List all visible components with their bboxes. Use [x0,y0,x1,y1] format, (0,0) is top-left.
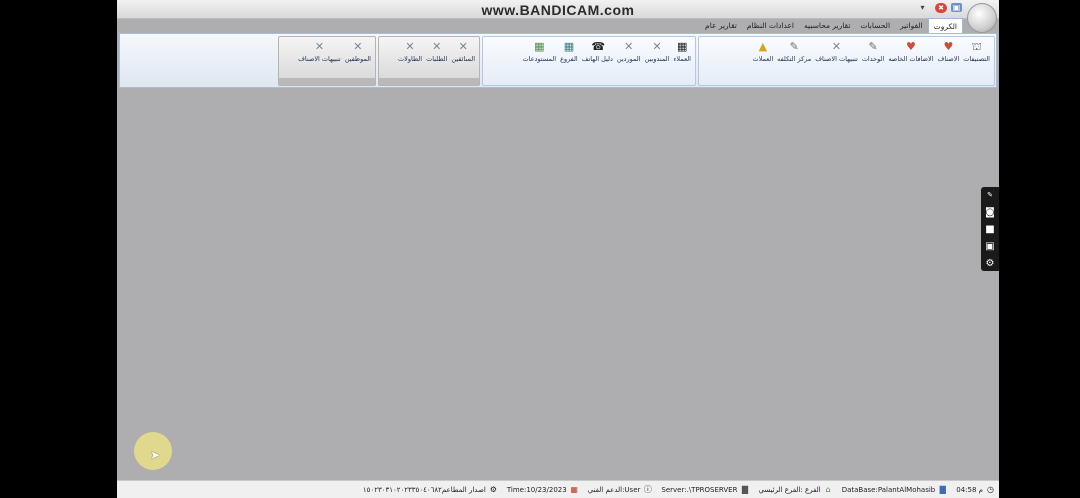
x-icon: ✕ [353,40,363,53]
category-icon: ⛫ [971,40,982,53]
gear-icon[interactable]: ⚙ [981,255,999,272]
title-bar: www.BANDICAM.com ▾ ✖ ▣ [117,0,999,19]
ribbon-item-branches[interactable]: ▦ الفروع [558,40,580,64]
ribbon-item-representatives[interactable]: ✕ المندوبين [643,40,672,64]
status-bar: ◷ 04:58 م ▇ DataBase:PalantAlMohasib ⌂ ا… [117,480,999,498]
ribbon-item-units[interactable]: ✎ الوحدات [860,40,887,64]
tab-general-reports[interactable]: تقارير عام [700,18,742,33]
version-icon: ⚙ [489,485,497,494]
ribbon-item-tables[interactable]: ✕ الطاولات [396,40,424,64]
status-date: ▦ Time:10/23/2023 [506,485,578,494]
x-icon: ✕ [652,40,662,53]
tab-invoices[interactable]: الفواتير [895,18,928,33]
ribbon-item-phone-book[interactable]: ☎ دليل الهاتف [580,40,615,64]
recorder-toolbar: ✎ ◙ ■ ▣ ⚙ [981,187,999,271]
ribbon-group-items: ⛫ التصنيفات ♥ الاصناف ♥ الاضافات الخاصه … [698,36,995,86]
x-icon: ✕ [432,40,442,53]
ribbon-panel: ⛫ التصنيفات ♥ الاصناف ♥ الاضافات الخاصه … [119,33,997,88]
camera-icon[interactable]: ◙ [981,204,999,221]
group-footer [379,78,479,85]
ribbon-item-item-alerts[interactable]: ✕ تنبيهات الاصناف [813,40,860,64]
x-icon: ✕ [624,40,634,53]
ribbon-item-drivers[interactable]: ✕ السائقين [449,40,477,64]
status-database: ▇ DataBase:PalantAlMohasib [841,485,946,494]
mouse-pointer-icon: ➤ [150,448,161,462]
database-icon: ▇ [939,485,946,494]
window-icon[interactable]: ▣ [981,238,999,255]
close-button[interactable]: ✖ [935,3,947,13]
ribbon-tabs: الكروت الفواتير الحسابات تقارير محاسبيه … [700,18,963,33]
application-menu-orb[interactable] [967,3,997,33]
group-footer [279,78,375,85]
ribbon-item-employees[interactable]: ✕ الموظفين [343,40,373,64]
items-icon: ♥ [943,40,954,53]
maximize-button[interactable]: ▣ [951,3,962,12]
x-icon: ✕ [314,40,325,53]
status-support: ⓘ الدعم الفني:User [587,485,652,494]
tab-accounts[interactable]: الحسابات [855,18,895,33]
cost-center-icon: ✎ [789,40,799,53]
x-icon: ✕ [458,40,468,53]
ribbon-item-categories[interactable]: ⛫ التصنيفات [961,40,992,64]
ribbon-item-special-additions[interactable]: ♥ الاضافات الخاصه [886,40,935,64]
status-clock: ◷ 04:58 م [956,485,994,494]
ribbon-item-customers[interactable]: ▦ العملاء [671,40,693,64]
tab-cards[interactable]: الكروت [927,18,963,33]
clock-icon: ◷ [987,485,994,494]
ribbon-group-employees: ✕ الموظفين ✕ تنبيهات الاصناف [278,36,376,86]
ribbon-item-suppliers[interactable]: ✕ الموردين [615,40,643,64]
application-window: www.BANDICAM.com ▾ ✖ ▣ الكروت الفواتير ا… [117,0,999,498]
branch-icon: ⌂ [825,485,831,494]
warehouses-icon: ▦ [534,40,545,53]
additions-icon: ♥ [906,40,916,53]
branches-icon: ▦ [563,40,575,53]
status-branch: ⌂ الفرع :الفرع الرئيسي [758,485,831,494]
video-icon[interactable]: ■ [981,221,999,238]
calendar-icon: ▦ [570,485,578,494]
customers-icon: ▦ [676,40,688,53]
info-icon: ⓘ [643,485,652,494]
minimize-button[interactable]: ▾ [917,3,928,12]
phone-icon: ☎ [591,40,606,53]
ribbon-item-warehouses[interactable]: ▦ المستودعات [521,40,559,64]
ribbon-item-orders[interactable]: ✕ الطلبات [424,40,449,64]
x-icon: ✕ [405,40,415,53]
status-server: ▇ Server:.\TPROSERVER [661,485,749,494]
ribbon-group-restaurant: ✕ السائقين ✕ الطلبات ✕ الطاولات [378,36,480,86]
x-icon: ✕ [831,40,842,53]
ribbon-item-currencies[interactable]: ▲ العملات [750,40,775,64]
ribbon-item-item-alerts-2[interactable]: ✕ تنبيهات الاصناف [296,40,343,64]
server-icon: ▇ [741,485,749,494]
units-icon: ✎ [868,40,878,53]
ribbon-item-items[interactable]: ♥ الاصناف [936,40,962,64]
status-version: ⚙ اصدار المطاعم١٥٠٢٣٠٣١٠٢٠٢٣٣٥٠٤٠٦٨٢ [362,485,497,494]
ribbon-item-cost-center[interactable]: ✎ مركز التكلفه [775,40,813,64]
bandicam-watermark: www.BANDICAM.com [481,2,635,18]
tab-accounting-reports[interactable]: تقارير محاسبيه [799,18,855,33]
pen-icon[interactable]: ✎ [981,187,999,204]
tab-system-settings[interactable]: اعدادات النظام [742,18,799,33]
currency-icon: ▲ [758,40,768,53]
ribbon-group-contacts: ▦ العملاء ✕ المندوبين ✕ الموردين ☎ دليل … [482,36,696,86]
